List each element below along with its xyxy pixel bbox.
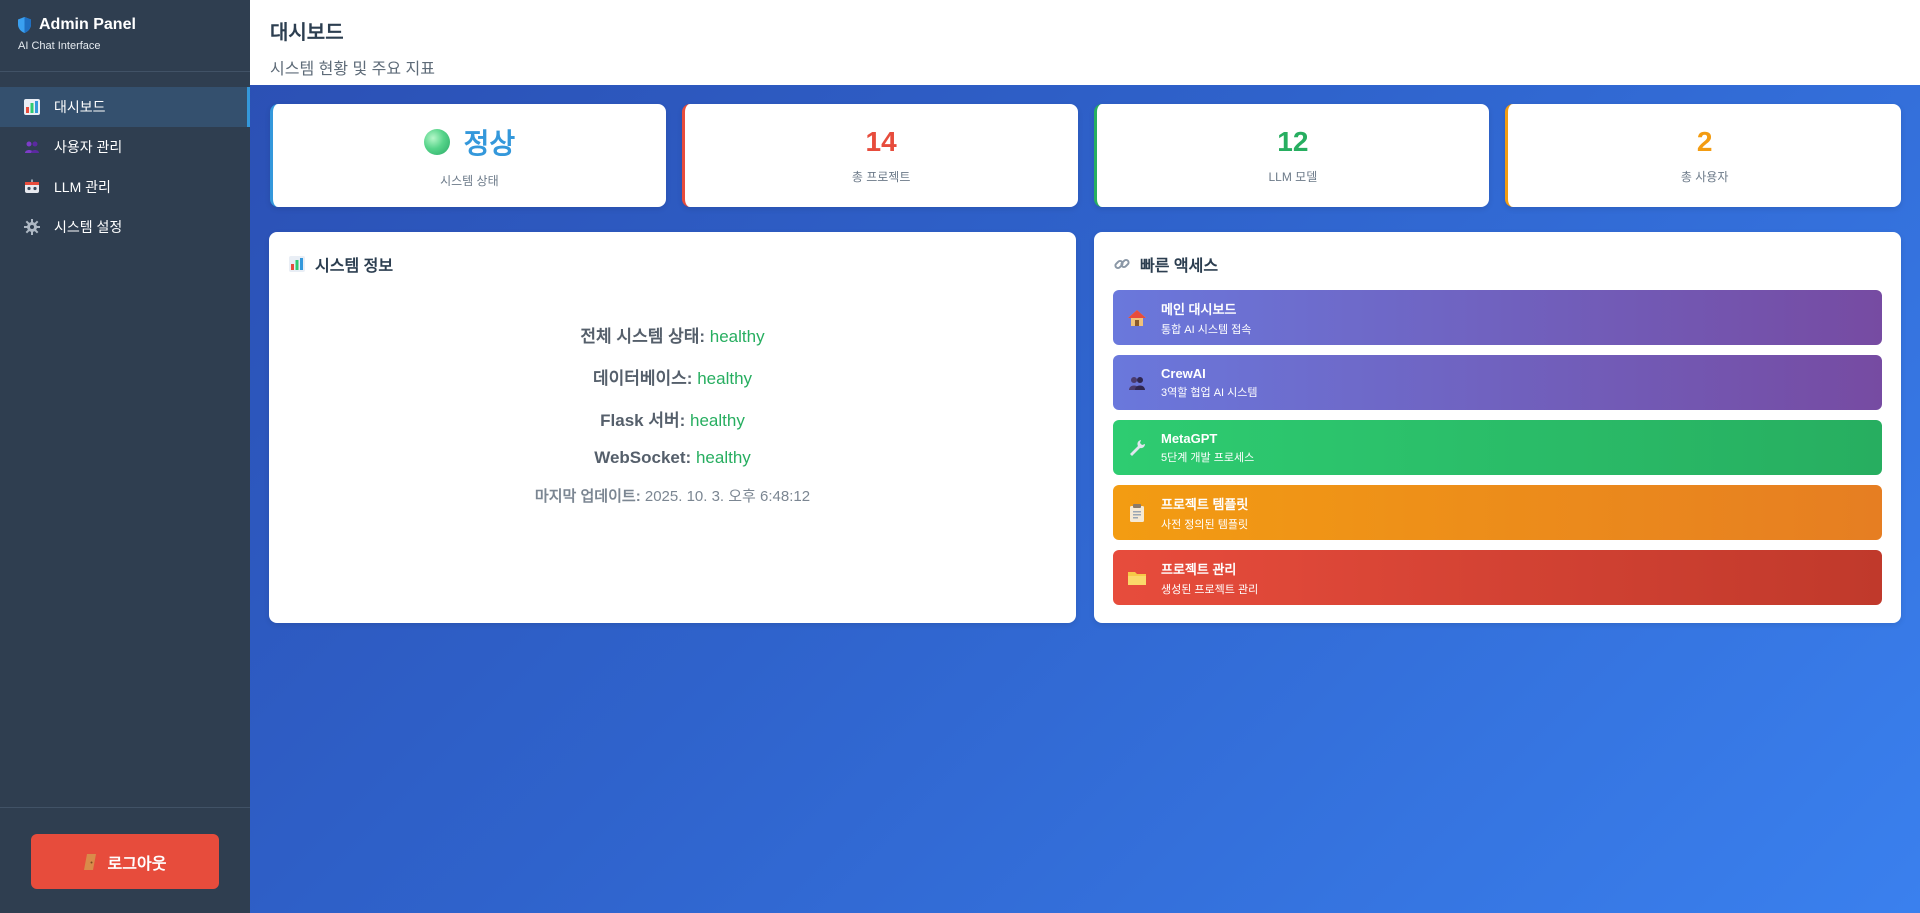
quick-link-title: CrewAI: [1161, 365, 1206, 381]
quick-link-title: 프로젝트 관리: [1161, 561, 1237, 577]
quick-link-desc: 생성된 프로젝트 관리: [1161, 583, 1259, 596]
quick-link-desc: 5단계 개발 프로세스: [1161, 451, 1255, 464]
info-value: healthy: [709, 327, 765, 346]
panel-title: 시스템 정보: [315, 258, 394, 275]
quick-link-desc: 3역할 협업 AI 시스템: [1161, 386, 1258, 399]
sidebar: Admin Panel AI Chat Interface 대시보드 사용자 관…: [0, 0, 250, 913]
sidebar-nav: 대시보드 사용자 관리 LLM 관리 시스템 설정: [0, 87, 250, 247]
sidebar-item-label: 대시보드: [54, 99, 106, 115]
info-label: 데이터베이스:: [592, 369, 693, 388]
info-label: Flask 서버:: [600, 411, 686, 430]
page-title: 대시보드: [270, 22, 344, 44]
sidebar-item-dashboard[interactable]: 대시보드: [0, 87, 250, 127]
quick-link-main-dashboard[interactable]: 메인 대시보드 통합 AI 시스템 접속: [1113, 290, 1882, 345]
stat-value: 2: [1696, 126, 1713, 157]
home-icon: [1127, 308, 1147, 328]
stat-card-llm-models: 12 LLM 모델: [1093, 104, 1490, 207]
info-row: 데이터베이스: healthy: [269, 364, 1076, 389]
quick-link-title: 프로젝트 템플릿: [1161, 496, 1249, 512]
quick-link-crewai[interactable]: CrewAI 3역할 협업 AI 시스템: [1113, 355, 1882, 410]
last-updated-value: 2025. 10. 3. 오후 6:48:12: [644, 488, 811, 505]
sidebar-item-label: 시스템 설정: [54, 219, 123, 235]
main-content: 대시보드 시스템 현황 및 주요 지표 정상 시스템 상태 14 총 프로젝트 …: [250, 0, 1920, 913]
sidebar-item-label: LLM 관리: [54, 179, 111, 195]
stat-label: 시스템 상태: [440, 174, 499, 188]
shield-icon: [18, 17, 31, 33]
bar-chart-icon: [289, 256, 305, 272]
quick-link-text: MetaGPT 5단계 개발 프로세스: [1161, 431, 1254, 465]
panel-title: 빠른 액세스: [1140, 258, 1219, 275]
people-icon: [1127, 373, 1147, 393]
stat-card-users: 2 총 사용자: [1505, 104, 1901, 207]
quick-link-desc: 통합 AI 시스템 접속: [1161, 323, 1252, 336]
clipboard-icon: [1127, 503, 1147, 523]
page-subtitle: 시스템 현황 및 주요 지표: [270, 61, 435, 78]
quick-link-text: 메인 대시보드 통합 AI 시스템 접속: [1161, 299, 1251, 337]
stat-label: 총 프로젝트: [851, 170, 911, 184]
quick-link-text: 프로젝트 템플릿 사전 정의된 템플릿: [1161, 494, 1248, 532]
last-updated: 마지막 업데이트: 2025. 10. 3. 오후 6:48:12: [269, 485, 1076, 506]
stat-card-system-status: 정상 시스템 상태: [270, 104, 666, 207]
status-orb-icon: [423, 129, 450, 155]
system-info-panel: 시스템 정보 전체 시스템 상태: healthy 데이터베이스: health…: [269, 232, 1076, 623]
quick-link-title: MetaGPT: [1161, 430, 1218, 446]
page-header: 대시보드 시스템 현황 및 주요 지표: [250, 0, 1920, 85]
quick-link-text: 프로젝트 관리 생성된 프로젝트 관리: [1161, 559, 1258, 597]
brand-title: Admin Panel: [18, 16, 232, 34]
quick-link-desc: 사전 정의된 템플릿: [1161, 518, 1249, 531]
info-row: WebSocket: healthy: [269, 448, 1076, 468]
panel-header: 빠른 액세스: [1094, 232, 1901, 276]
info-value: healthy: [690, 411, 745, 430]
app-subtitle: AI Chat Interface: [18, 40, 101, 52]
panel-header: 시스템 정보: [269, 232, 1076, 276]
quick-link-text: CrewAI 3역할 협업 AI 시스템: [1161, 366, 1258, 400]
system-info-list: 전체 시스템 상태: healthy 데이터베이스: healthy Flask…: [269, 322, 1076, 506]
last-updated-label: 마지막 업데이트:: [534, 488, 641, 505]
logout-label: 로그아웃: [107, 855, 167, 873]
stat-value-text: 정상: [463, 128, 516, 159]
stat-card-projects: 14 총 프로젝트: [681, 104, 1078, 207]
folder-icon: [1127, 568, 1147, 588]
sidebar-item-label: 사용자 관리: [54, 139, 123, 155]
quick-link-metagpt[interactable]: MetaGPT 5단계 개발 프로세스: [1113, 420, 1882, 475]
gear-icon: [24, 219, 40, 235]
sidebar-item-users[interactable]: 사용자 관리: [0, 127, 250, 167]
quick-access-panel: 빠른 액세스 메인 대시보드 통합 AI 시스템 접속 CrewAI 3역할 협…: [1094, 232, 1901, 623]
bar-chart-icon: [24, 99, 40, 115]
quick-link-project-management[interactable]: 프로젝트 관리 생성된 프로젝트 관리: [1113, 550, 1882, 605]
sidebar-item-llm[interactable]: LLM 관리: [0, 167, 250, 207]
app-title: Admin Panel: [39, 16, 136, 33]
sidebar-item-settings[interactable]: 시스템 설정: [0, 207, 250, 247]
door-icon: [83, 853, 96, 870]
link-icon: [1114, 256, 1130, 272]
stat-label: LLM 모델: [1268, 170, 1318, 184]
info-value: healthy: [697, 369, 753, 388]
stat-value: 14: [865, 126, 897, 157]
info-value: healthy: [695, 448, 751, 467]
stat-value: 12: [1277, 126, 1309, 157]
stat-value: 정상: [423, 122, 516, 162]
logout-button[interactable]: 로그아웃: [31, 834, 219, 889]
robot-icon: [24, 179, 40, 195]
info-row: Flask 서버: healthy: [269, 406, 1076, 431]
stat-label: 총 사용자: [1680, 170, 1729, 184]
wrench-icon: [1127, 438, 1147, 458]
info-row: 전체 시스템 상태: healthy: [269, 322, 1076, 347]
quick-link-title: 메인 대시보드: [1161, 301, 1237, 317]
info-label: WebSocket:: [594, 448, 692, 467]
quick-access-list: 메인 대시보드 통합 AI 시스템 접속 CrewAI 3역할 협업 AI 시스…: [1094, 276, 1901, 605]
info-label: 전체 시스템 상태:: [580, 327, 706, 346]
sidebar-footer: 로그아웃: [0, 807, 250, 913]
users-icon: [24, 139, 40, 155]
brand: Admin Panel AI Chat Interface: [0, 0, 250, 72]
quick-link-project-templates[interactable]: 프로젝트 템플릿 사전 정의된 템플릿: [1113, 485, 1882, 540]
stats-row: 정상 시스템 상태 14 총 프로젝트 12 LLM 모델 2 총 사용자: [270, 104, 1901, 207]
